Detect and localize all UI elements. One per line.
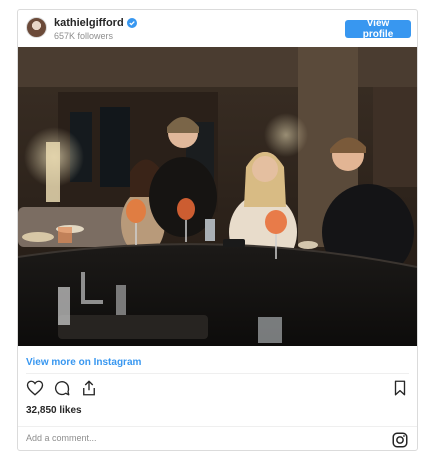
avatar[interactable] [26, 17, 47, 38]
post-image [18, 47, 417, 346]
username-row: kathielgifford [54, 17, 137, 29]
view-more-link[interactable]: View more on Instagram [26, 357, 141, 368]
username-link[interactable]: kathielgifford [54, 17, 124, 29]
action-bar [26, 379, 98, 397]
comment-icon[interactable] [53, 379, 71, 397]
heart-icon[interactable] [26, 379, 44, 397]
comment-box: Add a comment... [18, 426, 417, 453]
like-count[interactable]: 32,850 likes [26, 405, 82, 416]
post-photo[interactable] [18, 47, 417, 346]
bookmark-icon[interactable] [391, 379, 409, 397]
divider [26, 373, 409, 374]
comment-input[interactable]: Add a comment... [26, 433, 97, 443]
instagram-icon[interactable] [391, 431, 409, 449]
post-header: kathielgifford 657K followers View profi… [18, 10, 417, 47]
follower-count: 657K followers [54, 31, 114, 41]
share-icon[interactable] [80, 379, 98, 397]
verified-badge-icon [126, 18, 137, 28]
view-profile-button[interactable]: View profile [345, 18, 411, 40]
instagram-embed: kathielgifford 657K followers View profi… [17, 9, 418, 451]
